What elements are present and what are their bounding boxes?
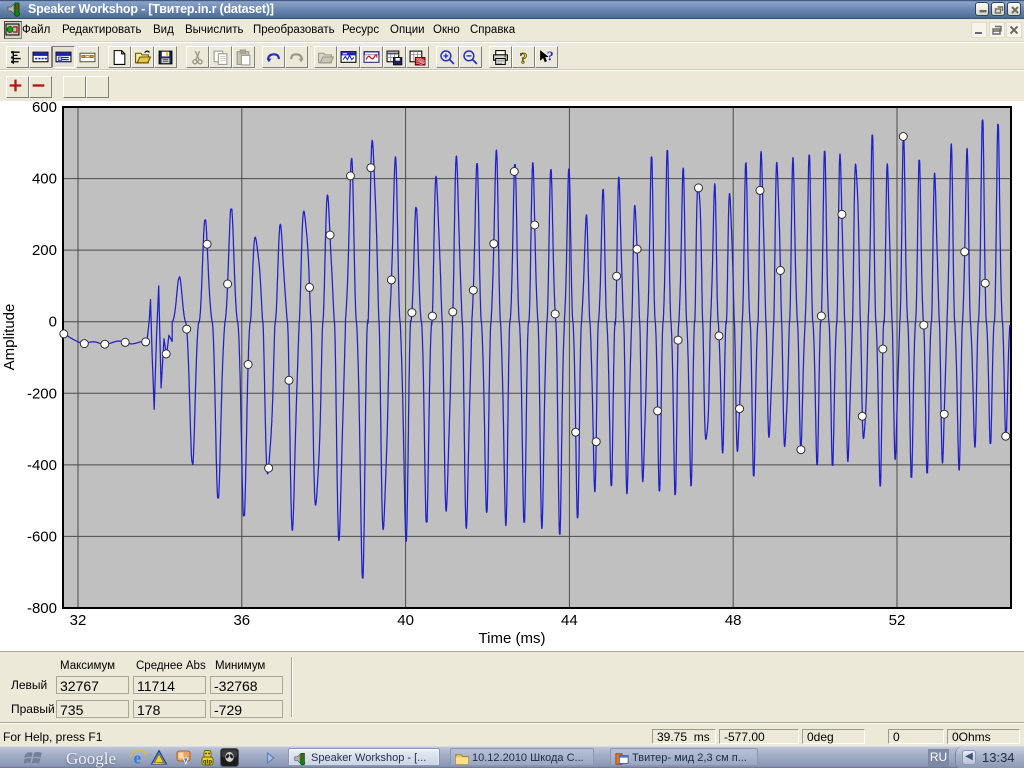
svg-text:?: ?	[547, 49, 554, 64]
svg-text:Time (ms): Time (ms)	[479, 630, 546, 647]
svg-text:-200: -200	[27, 385, 57, 402]
svg-text:52: 52	[889, 612, 906, 629]
svg-text:-600: -600	[27, 528, 57, 545]
svg-text:36: 36	[233, 612, 250, 629]
svg-text:200: 200	[32, 242, 57, 259]
svg-text:40: 40	[397, 612, 414, 629]
svg-text:0: 0	[49, 314, 57, 331]
svg-text:-800: -800	[27, 600, 57, 617]
svg-text:32: 32	[70, 612, 87, 629]
svg-text:qip: qip	[203, 760, 212, 766]
svg-text:44: 44	[561, 612, 578, 629]
svg-text:48: 48	[725, 612, 742, 629]
svg-text:-400: -400	[27, 457, 57, 474]
svg-text:?: ?	[520, 50, 528, 66]
svg-text:Amplitude: Amplitude	[1, 304, 18, 371]
svg-text:400: 400	[32, 171, 57, 188]
svg-text:600: 600	[32, 101, 57, 116]
